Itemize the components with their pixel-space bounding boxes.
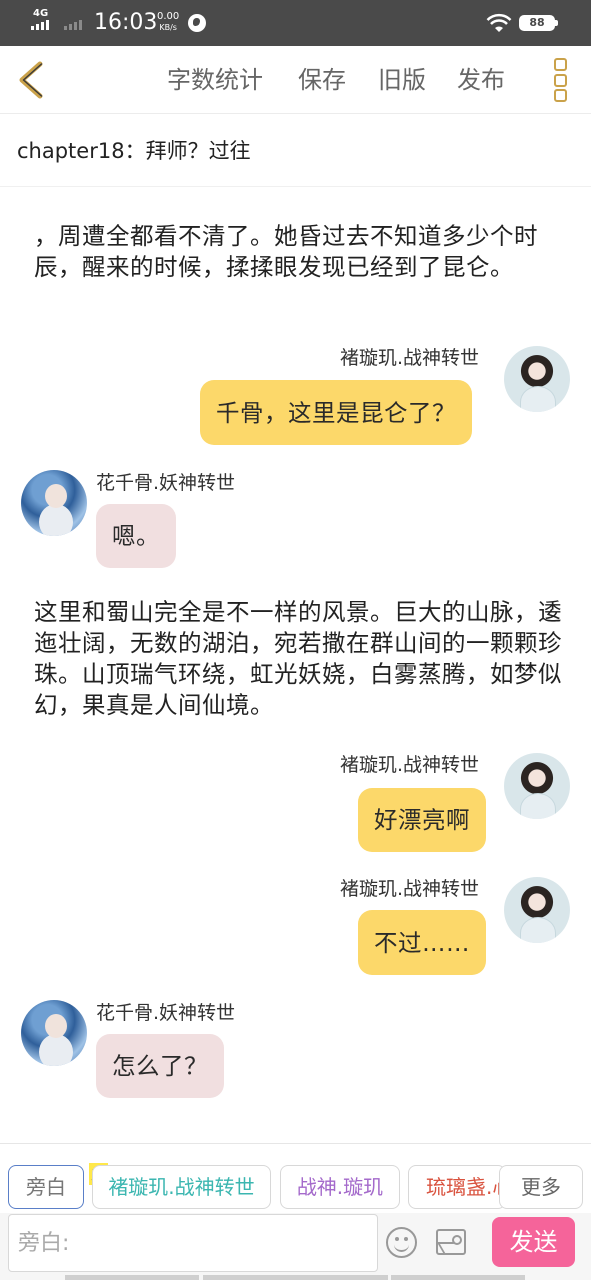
chat-bubble[interactable]: 千骨，这里是昆仑了？ — [200, 380, 472, 445]
network-speed: 0.00 KB/s — [157, 11, 179, 33]
send-button[interactable]: 发送 — [492, 1217, 575, 1267]
signal-2-icon — [64, 20, 82, 30]
input-bar: 发送 — [0, 1213, 591, 1280]
chat-bubble[interactable]: 怎么了？ — [96, 1034, 224, 1098]
chat-bubble[interactable]: 好漂亮啊 — [358, 788, 486, 852]
role-chip-liulizhan[interactable]: 琉璃盏.心 — [408, 1165, 506, 1209]
image-icon[interactable] — [436, 1229, 466, 1255]
avatar[interactable] — [504, 753, 570, 819]
speed-unit: KB/s — [159, 23, 177, 32]
role-chip-zhanshen[interactable]: 战神.璇玑 — [280, 1165, 400, 1209]
nav-indicator — [391, 1275, 525, 1280]
chat-bubble[interactable]: 不过…… — [358, 910, 486, 975]
battery-icon: 88 — [519, 15, 558, 31]
sender-name: 花千骨.妖神转世 — [96, 472, 236, 494]
word-count-button[interactable]: 字数统计 — [167, 64, 263, 96]
chat-bubble[interactable]: 嗯。 — [96, 504, 176, 568]
sender-name: 褚璇玑.战神转世 — [340, 878, 480, 900]
more-roles-button[interactable]: 更多 — [499, 1165, 583, 1209]
sender-name: 褚璇玑.战神转世 — [340, 754, 480, 776]
signal-icon — [31, 20, 49, 30]
narration-text[interactable]: ，周遭全都看不清了。她昏过去不知道多少个时辰，醒来的时候，揉揉眼发现已经到了昆仑… — [34, 221, 564, 283]
globe-icon — [188, 14, 206, 32]
role-chip-xuanji[interactable]: 褚璇玑.战神转世 — [92, 1165, 271, 1209]
speed-value: 0.00 — [157, 11, 180, 22]
wifi-icon — [486, 13, 512, 32]
status-bar: 4G 16:03 0.00 KB/s 88 — [0, 0, 591, 46]
nav-indicator — [65, 1275, 199, 1280]
chapter-title[interactable]: chapter18：拜师？过往 — [17, 137, 251, 165]
network-type: 4G — [33, 8, 49, 19]
nav-indicator — [203, 1275, 388, 1280]
chat-content[interactable]: ，周遭全都看不清了。她昏过去不知道多少个时辰，醒来的时候，揉揉眼发现已经到了昆仑… — [0, 188, 591, 1143]
avatar[interactable] — [504, 877, 570, 943]
message-input[interactable] — [8, 1214, 378, 1272]
emoji-icon[interactable] — [386, 1227, 417, 1258]
avatar[interactable] — [21, 470, 87, 536]
chapter-header: chapter18：拜师？过往 — [0, 115, 591, 187]
sender-name: 褚璇玑.战神转世 — [340, 347, 480, 369]
role-chip-narrator[interactable]: 旁白 — [8, 1165, 84, 1209]
narration-text[interactable]: 这里和蜀山完全是不一样的风景。巨大的山脉，逶迤壮阔，无数的湖泊，宛若撒在群山间的… — [34, 597, 564, 721]
publish-button[interactable]: 发布 — [457, 64, 505, 96]
clock: 16:03 — [94, 10, 158, 35]
editor-toolbar: 字数统计 保存 旧版 发布 — [0, 46, 591, 114]
more-menu-icon[interactable] — [549, 56, 571, 104]
avatar[interactable] — [504, 346, 570, 412]
save-button[interactable]: 保存 — [298, 64, 346, 96]
back-chevron-icon[interactable] — [12, 56, 52, 104]
avatar[interactable] — [21, 1000, 87, 1066]
sender-name: 花千骨.妖神转世 — [96, 1002, 236, 1024]
role-selector: 旁白 主 褚璇玑.战神转世 战神.璇玑 琉璃盏.心 更多 — [0, 1143, 591, 1213]
old-version-button[interactable]: 旧版 — [378, 64, 426, 96]
